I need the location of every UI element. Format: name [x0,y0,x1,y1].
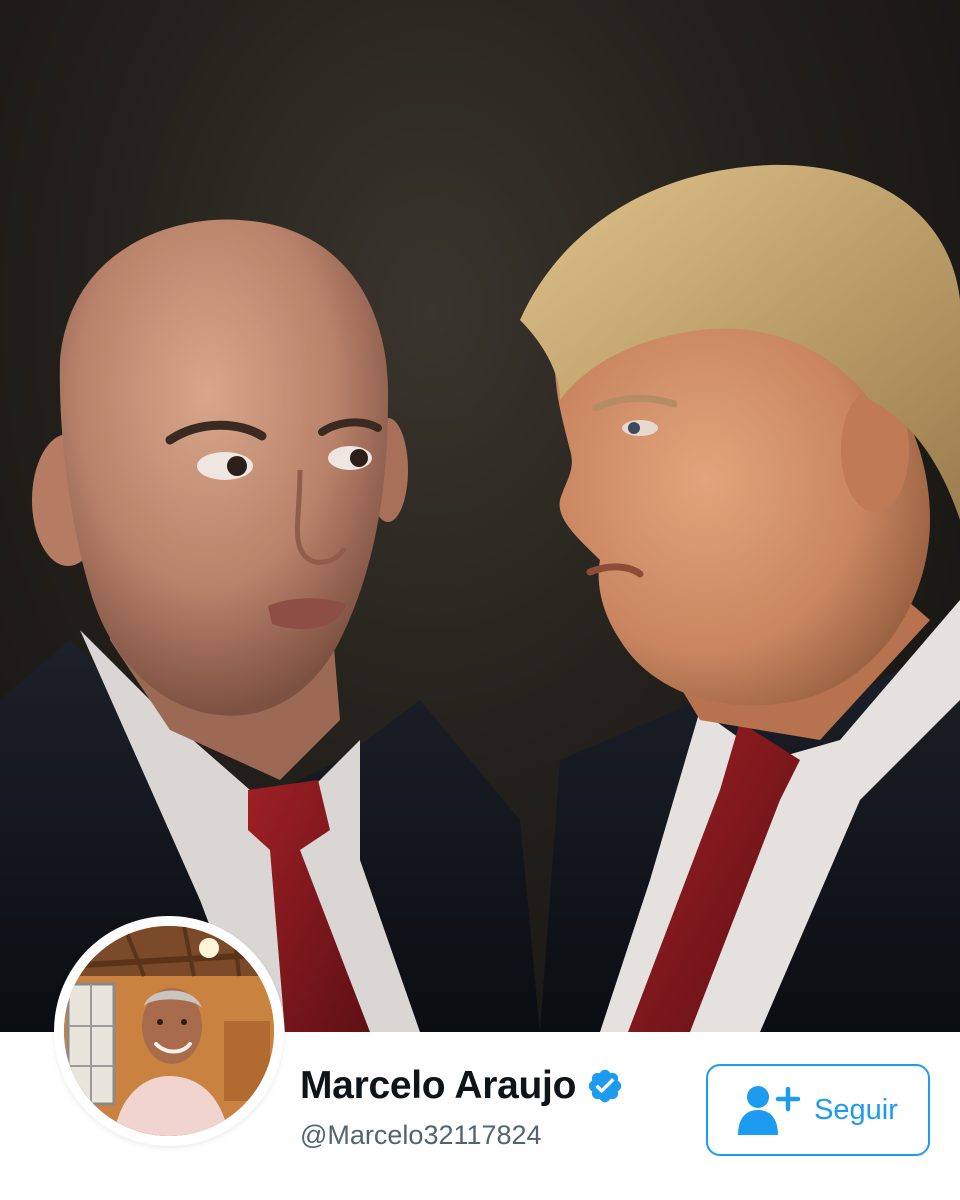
avatar-photo [64,926,274,1136]
follow-button[interactable]: Seguir [706,1064,930,1156]
display-name[interactable]: Marcelo Araujo [300,1064,576,1108]
verified-badge-icon [586,1067,624,1105]
display-name-row: Marcelo Araujo [300,1060,624,1112]
post-image-illustration [0,164,960,1032]
follow-button-label: Seguir [814,1093,898,1126]
user-handle[interactable]: @Marcelo32117824 [300,1120,542,1151]
person-add-icon [738,1085,801,1135]
post-image[interactable] [0,0,960,1032]
post-card: Marcelo Araujo @Marcelo32117824 Seguir [0,0,960,1200]
avatar[interactable] [64,926,274,1136]
